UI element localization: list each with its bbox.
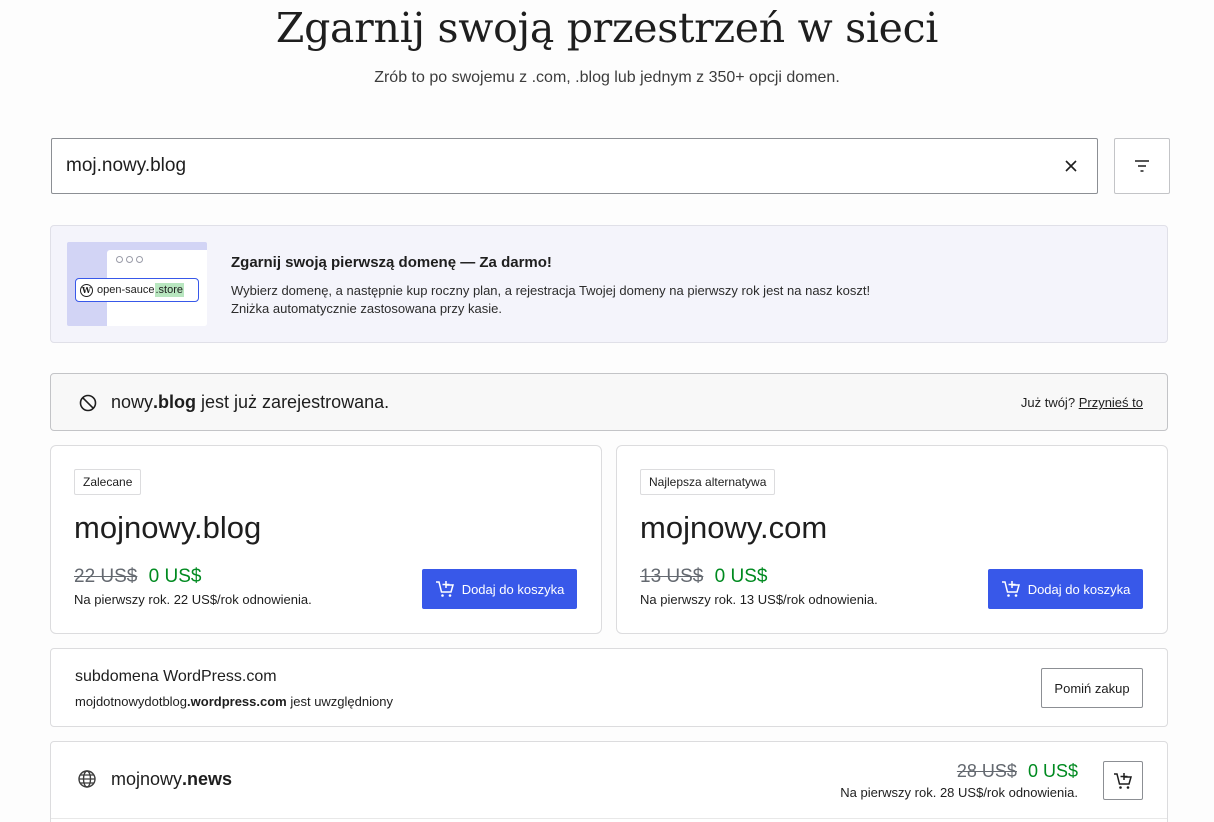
window-dot (126, 256, 133, 263)
result-price: 28 US$ 0 US$ (957, 761, 1078, 782)
result-domain-name: mojnowy.news (111, 769, 232, 790)
transfer-link[interactable]: Przynieś to (1079, 395, 1143, 410)
promo-illustration: W open-sauce.store (67, 242, 207, 326)
globe-icon (78, 770, 96, 788)
promo-line-2: Zniżka automatycznie zastosowana przy ka… (231, 301, 502, 316)
cart-plus-icon (1001, 581, 1020, 597)
add-to-cart-label: Dodaj do koszyka (461, 581, 565, 597)
page-subtitle: Zrób to po swojemu z .com, .blog lub jed… (374, 69, 840, 86)
page-title: Zgarnij swoją przestrzeń w sieci (275, 4, 939, 52)
taken-name: nowy (111, 392, 154, 412)
promo-description: Wybierz domenę, a następnie kup roczny p… (231, 282, 870, 318)
cart-plus-icon (1114, 772, 1132, 789)
subdomain-host: .wordpress.com (187, 694, 287, 709)
result-add-to-cart-button[interactable] (1103, 761, 1143, 800)
transfer-question: Już twój? (1020, 395, 1076, 410)
result-tld: .news (182, 769, 233, 789)
unavailable-icon (79, 394, 97, 412)
subdomain-description: mojdotnowydotblog.wordpress.com jest uwz… (75, 694, 393, 709)
new-price: 0 US$ (714, 566, 768, 587)
add-to-cart-button[interactable]: Dodaj do koszyka (422, 569, 577, 609)
filter-button[interactable] (1114, 138, 1170, 194)
domain-result-row: mojnowy.news 28 US$ 0 US$ Na pierwszy ro… (50, 741, 1168, 822)
cart-plus-icon (435, 581, 454, 597)
recommended-domain-card: Zalecane mojnowy.blog 22 US$ 0 US$ Na pi… (50, 445, 602, 634)
old-price: 22 US$ (74, 566, 138, 587)
clear-search-button[interactable] (1059, 154, 1083, 178)
card-domain-name: mojnowy.com (640, 510, 828, 545)
domain-search-box (51, 138, 1098, 194)
card-domain-name: mojnowy.blog (74, 510, 262, 545)
alternative-domain-card: Najlepsza alternatywa mojnowy.com 13 US$… (616, 445, 1168, 634)
old-price: 13 US$ (640, 566, 704, 587)
filter-icon (1135, 160, 1149, 172)
row-divider (51, 818, 1167, 819)
renewal-note: Na pierwszy rok. 22 US$/rok odnowienia. (74, 592, 312, 607)
domain-search-input[interactable] (66, 139, 1046, 193)
window-dot (116, 256, 123, 263)
skip-purchase-button[interactable]: Pomiń zakup (1041, 668, 1143, 708)
window-dot (136, 256, 143, 263)
wordpress-logo-icon: W (80, 283, 93, 297)
result-renewal-note: Na pierwszy rok. 28 US$/rok odnowienia. (840, 785, 1078, 800)
subdomain-suffix: jest uwzględniony (286, 694, 393, 709)
domain-taken-notice: nowy.blog jest już zarejestrowana. Już t… (50, 373, 1168, 431)
renewal-note: Na pierwszy rok. 13 US$/rok odnowienia. (640, 592, 878, 607)
window-dots (116, 256, 143, 263)
free-subdomain-row: subdomena WordPress.com mojdotnowydotblo… (50, 648, 1168, 727)
new-price: 0 US$ (1027, 761, 1078, 781)
card-price: 22 US$ 0 US$ (74, 566, 201, 588)
old-price: 28 US$ (956, 761, 1017, 781)
new-price: 0 US$ (148, 566, 202, 587)
url-pill-name: open-sauce (97, 284, 155, 296)
taken-tld: .blog (153, 392, 197, 412)
taken-message: nowy.blog jest już zarejestrowana. (111, 392, 389, 413)
result-name: mojnowy (111, 769, 183, 789)
url-pill: W open-sauce.store (75, 278, 199, 302)
alternative-badge: Najlepsza alternatywa (640, 469, 776, 495)
close-icon (1065, 160, 1077, 172)
taken-suffix: jest już zarejestrowana. (196, 392, 390, 412)
promo-line-1: Wybierz domenę, a następnie kup roczny p… (231, 283, 871, 298)
card-price: 13 US$ 0 US$ (640, 566, 767, 588)
free-domain-promo: W open-sauce.store Zgarnij swoją pierwsz… (50, 225, 1168, 343)
transfer-prompt: Już twój? Przynieś to (1021, 395, 1143, 410)
recommended-badge: Zalecane (74, 469, 142, 495)
add-to-cart-label: Dodaj do koszyka (1027, 581, 1131, 597)
promo-title: Zgarnij swoją pierwszą domenę — Za darmo… (231, 254, 552, 271)
url-pill-tld: .store (154, 283, 185, 297)
subdomain-prefix: mojdotnowydotblog (75, 694, 188, 709)
subdomain-title: subdomena WordPress.com (75, 668, 277, 685)
add-to-cart-button[interactable]: Dodaj do koszyka (988, 569, 1143, 609)
